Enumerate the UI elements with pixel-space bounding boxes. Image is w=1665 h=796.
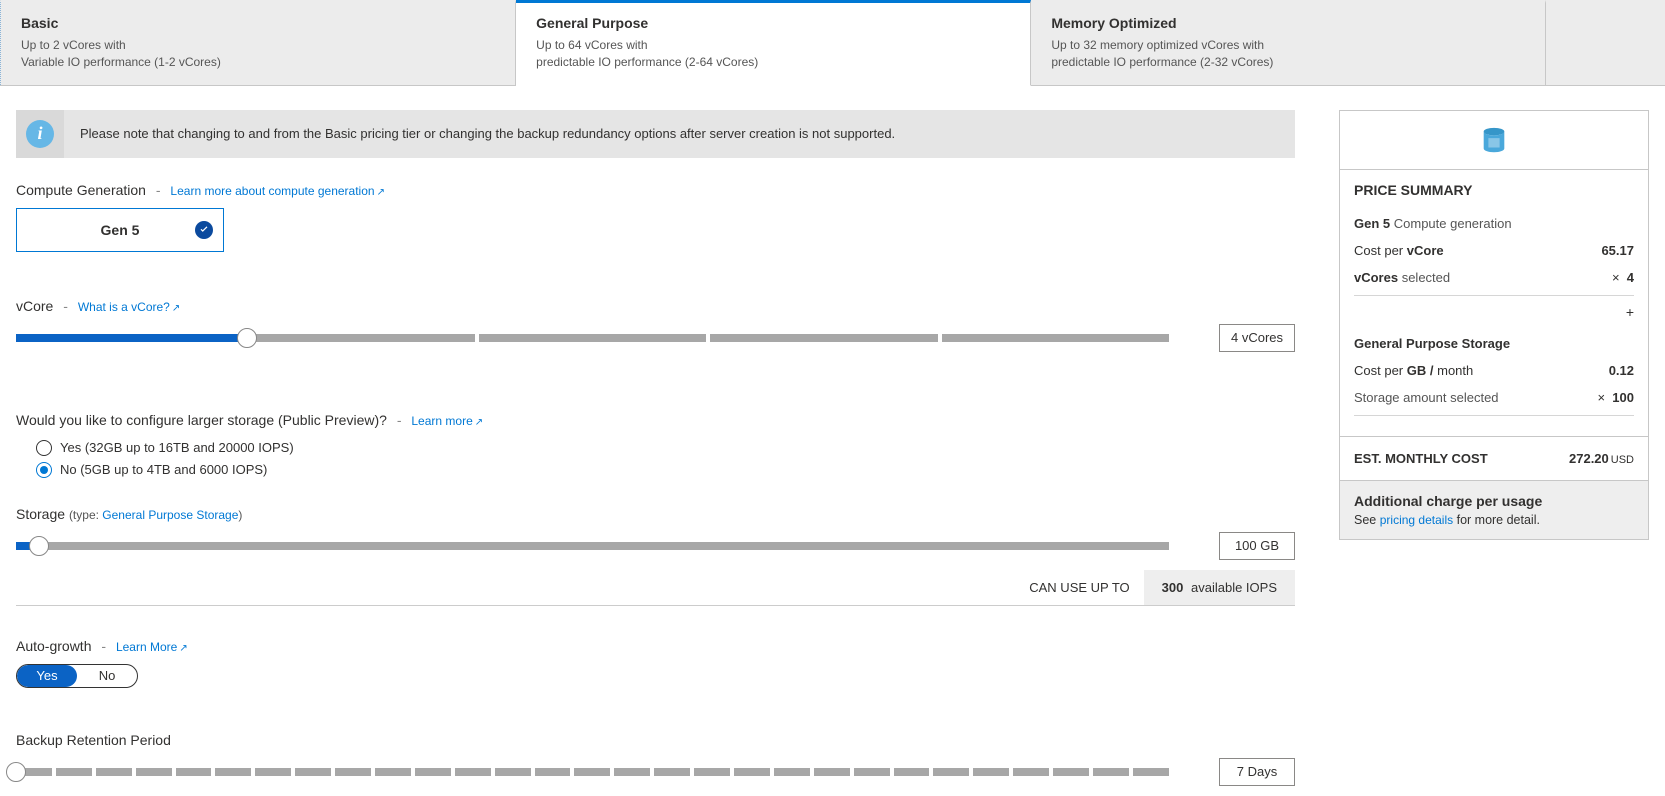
large-storage-radio-no-label: No (5GB up to 4TB and 6000 IOPS) xyxy=(60,462,267,477)
auto-growth-toggle-no[interactable]: No xyxy=(77,665,137,687)
tab-general-line2: predictable IO performance (2-64 vCores) xyxy=(536,54,1010,71)
backup-retention-label: Backup Retention Period xyxy=(16,732,1295,748)
summary-cost-per-vcore-value: 65.17 xyxy=(1601,243,1634,258)
large-storage-radio-no[interactable]: No (5GB up to 4TB and 6000 IOPS) xyxy=(36,462,1295,478)
auto-growth-label: Auto-growth - Learn More↗ xyxy=(16,638,1295,654)
tab-memory-title: Memory Optimized xyxy=(1051,15,1525,31)
iops-prefix: CAN USE UP TO xyxy=(1015,570,1143,605)
summary-additional-title: Additional charge per usage xyxy=(1354,493,1634,509)
auto-growth-toggle-yes[interactable]: Yes xyxy=(17,665,77,687)
vcore-label: vCore - What is a vCore?↗ xyxy=(16,298,1295,314)
summary-plus: + xyxy=(1354,302,1634,330)
tab-basic-line2: Variable IO performance (1-2 vCores) xyxy=(21,54,495,71)
summary-storage-amount-value: × 100 xyxy=(1597,390,1634,405)
vcore-help-link[interactable]: What is a vCore?↗ xyxy=(78,300,180,314)
slider-thumb[interactable] xyxy=(29,536,49,556)
auto-growth-toggle[interactable]: Yes No xyxy=(16,664,138,688)
large-storage-radio-group: Yes (32GB up to 16TB and 20000 IOPS) No … xyxy=(36,440,1295,478)
info-banner-text: Please note that changing to and from th… xyxy=(64,126,911,141)
external-link-icon: ↗ xyxy=(377,187,385,198)
summary-est-row: EST. MONTHLY COST 272.20USD xyxy=(1340,436,1648,480)
compute-generation-learn-more-link[interactable]: Learn more about compute generation↗ xyxy=(170,184,385,198)
summary-vcores-selected-label: vCores selected xyxy=(1354,270,1450,285)
summary-gen-label: Gen 5 Compute generation xyxy=(1354,216,1512,231)
storage-slider[interactable] xyxy=(16,542,1169,550)
tab-memory-line1: Up to 32 memory optimized vCores with xyxy=(1051,37,1525,54)
compute-generation-option-label: Gen 5 xyxy=(101,222,140,238)
large-storage-radio-yes[interactable]: Yes (32GB up to 16TB and 20000 IOPS) xyxy=(36,440,1295,456)
summary-cost-per-gb-value: 0.12 xyxy=(1609,363,1634,378)
auto-growth-label-text: Auto-growth xyxy=(16,638,91,654)
backup-retention-value: 7 Days xyxy=(1219,758,1295,786)
storage-type-suffix: ) xyxy=(238,508,242,522)
price-summary-panel: PRICE SUMMARY Gen 5 Compute generation C… xyxy=(1339,110,1649,540)
external-link-icon: ↗ xyxy=(172,303,180,314)
tab-basic-line1: Up to 2 vCores with xyxy=(21,37,495,54)
tab-basic[interactable]: Basic Up to 2 vCores with Variable IO pe… xyxy=(0,0,516,85)
summary-est-value: 272.20USD xyxy=(1569,451,1634,466)
vcore-label-text: vCore xyxy=(16,298,53,314)
price-summary-title: PRICE SUMMARY xyxy=(1340,169,1648,210)
tab-general-title: General Purpose xyxy=(536,15,1010,31)
vcore-value: 4 vCores xyxy=(1219,324,1295,352)
radio-icon xyxy=(36,462,52,478)
checkmark-icon xyxy=(195,221,213,239)
summary-est-label: EST. MONTHLY COST xyxy=(1354,451,1488,466)
storage-label: Storage (type: General Purpose Storage) xyxy=(16,506,1295,522)
storage-type-prefix: (type: xyxy=(69,508,99,522)
storage-type-link[interactable]: General Purpose Storage xyxy=(102,508,238,522)
storage-value: 100 GB xyxy=(1219,532,1295,560)
radio-icon xyxy=(36,440,52,456)
auto-growth-learn-more-link[interactable]: Learn More↗ xyxy=(116,640,188,654)
tab-general-line1: Up to 64 vCores with xyxy=(536,37,1010,54)
large-storage-label-text: Would you like to configure larger stora… xyxy=(16,412,387,428)
iops-value-box: 300 available IOPS xyxy=(1144,570,1295,605)
pricing-tier-tabs: Basic Up to 2 vCores with Variable IO pe… xyxy=(0,0,1665,86)
tab-general-purpose[interactable]: General Purpose Up to 64 vCores with pre… xyxy=(516,0,1031,86)
storage-label-text: Storage xyxy=(16,506,65,522)
info-banner: i Please note that changing to and from … xyxy=(16,110,1295,158)
summary-storage-amount-label: Storage amount selected xyxy=(1354,390,1499,405)
large-storage-learn-more-link[interactable]: Learn more↗ xyxy=(411,414,483,428)
summary-additional-text: See pricing details for more detail. xyxy=(1354,513,1634,527)
external-link-icon: ↗ xyxy=(475,417,483,428)
iops-info-row: CAN USE UP TO 300 available IOPS xyxy=(16,570,1295,606)
database-icon xyxy=(1479,125,1509,155)
summary-cost-per-gb-label: Cost per GB / month xyxy=(1354,363,1473,378)
large-storage-label: Would you like to configure larger stora… xyxy=(16,412,1295,428)
summary-cost-per-vcore-label: Cost per vCore xyxy=(1354,243,1444,258)
tab-memory-line2: predictable IO performance (2-32 vCores) xyxy=(1051,54,1525,71)
external-link-icon: ↗ xyxy=(179,643,187,654)
tab-basic-title: Basic xyxy=(21,15,495,31)
compute-generation-label-text: Compute Generation xyxy=(16,182,146,198)
iops-value: 300 xyxy=(1162,580,1184,595)
slider-thumb[interactable] xyxy=(237,328,257,348)
summary-storage-head: General Purpose Storage xyxy=(1354,330,1634,357)
tab-memory-optimized[interactable]: Memory Optimized Up to 32 memory optimiz… xyxy=(1031,0,1546,85)
vcore-slider[interactable] xyxy=(16,334,1169,342)
slider-thumb[interactable] xyxy=(6,762,26,782)
info-icon: i xyxy=(26,120,54,148)
iops-suffix: available IOPS xyxy=(1191,580,1277,595)
large-storage-radio-yes-label: Yes (32GB up to 16TB and 20000 IOPS) xyxy=(60,440,294,455)
backup-retention-slider[interactable] xyxy=(16,768,1169,776)
summary-vcores-selected-value: × 4 xyxy=(1612,270,1634,285)
compute-generation-option-gen5[interactable]: Gen 5 xyxy=(16,208,224,252)
pricing-details-link[interactable]: pricing details xyxy=(1380,513,1453,527)
compute-generation-label: Compute Generation - Learn more about co… xyxy=(16,182,1295,198)
info-icon-box: i xyxy=(16,110,64,158)
summary-additional-charge: Additional charge per usage See pricing … xyxy=(1340,480,1648,539)
